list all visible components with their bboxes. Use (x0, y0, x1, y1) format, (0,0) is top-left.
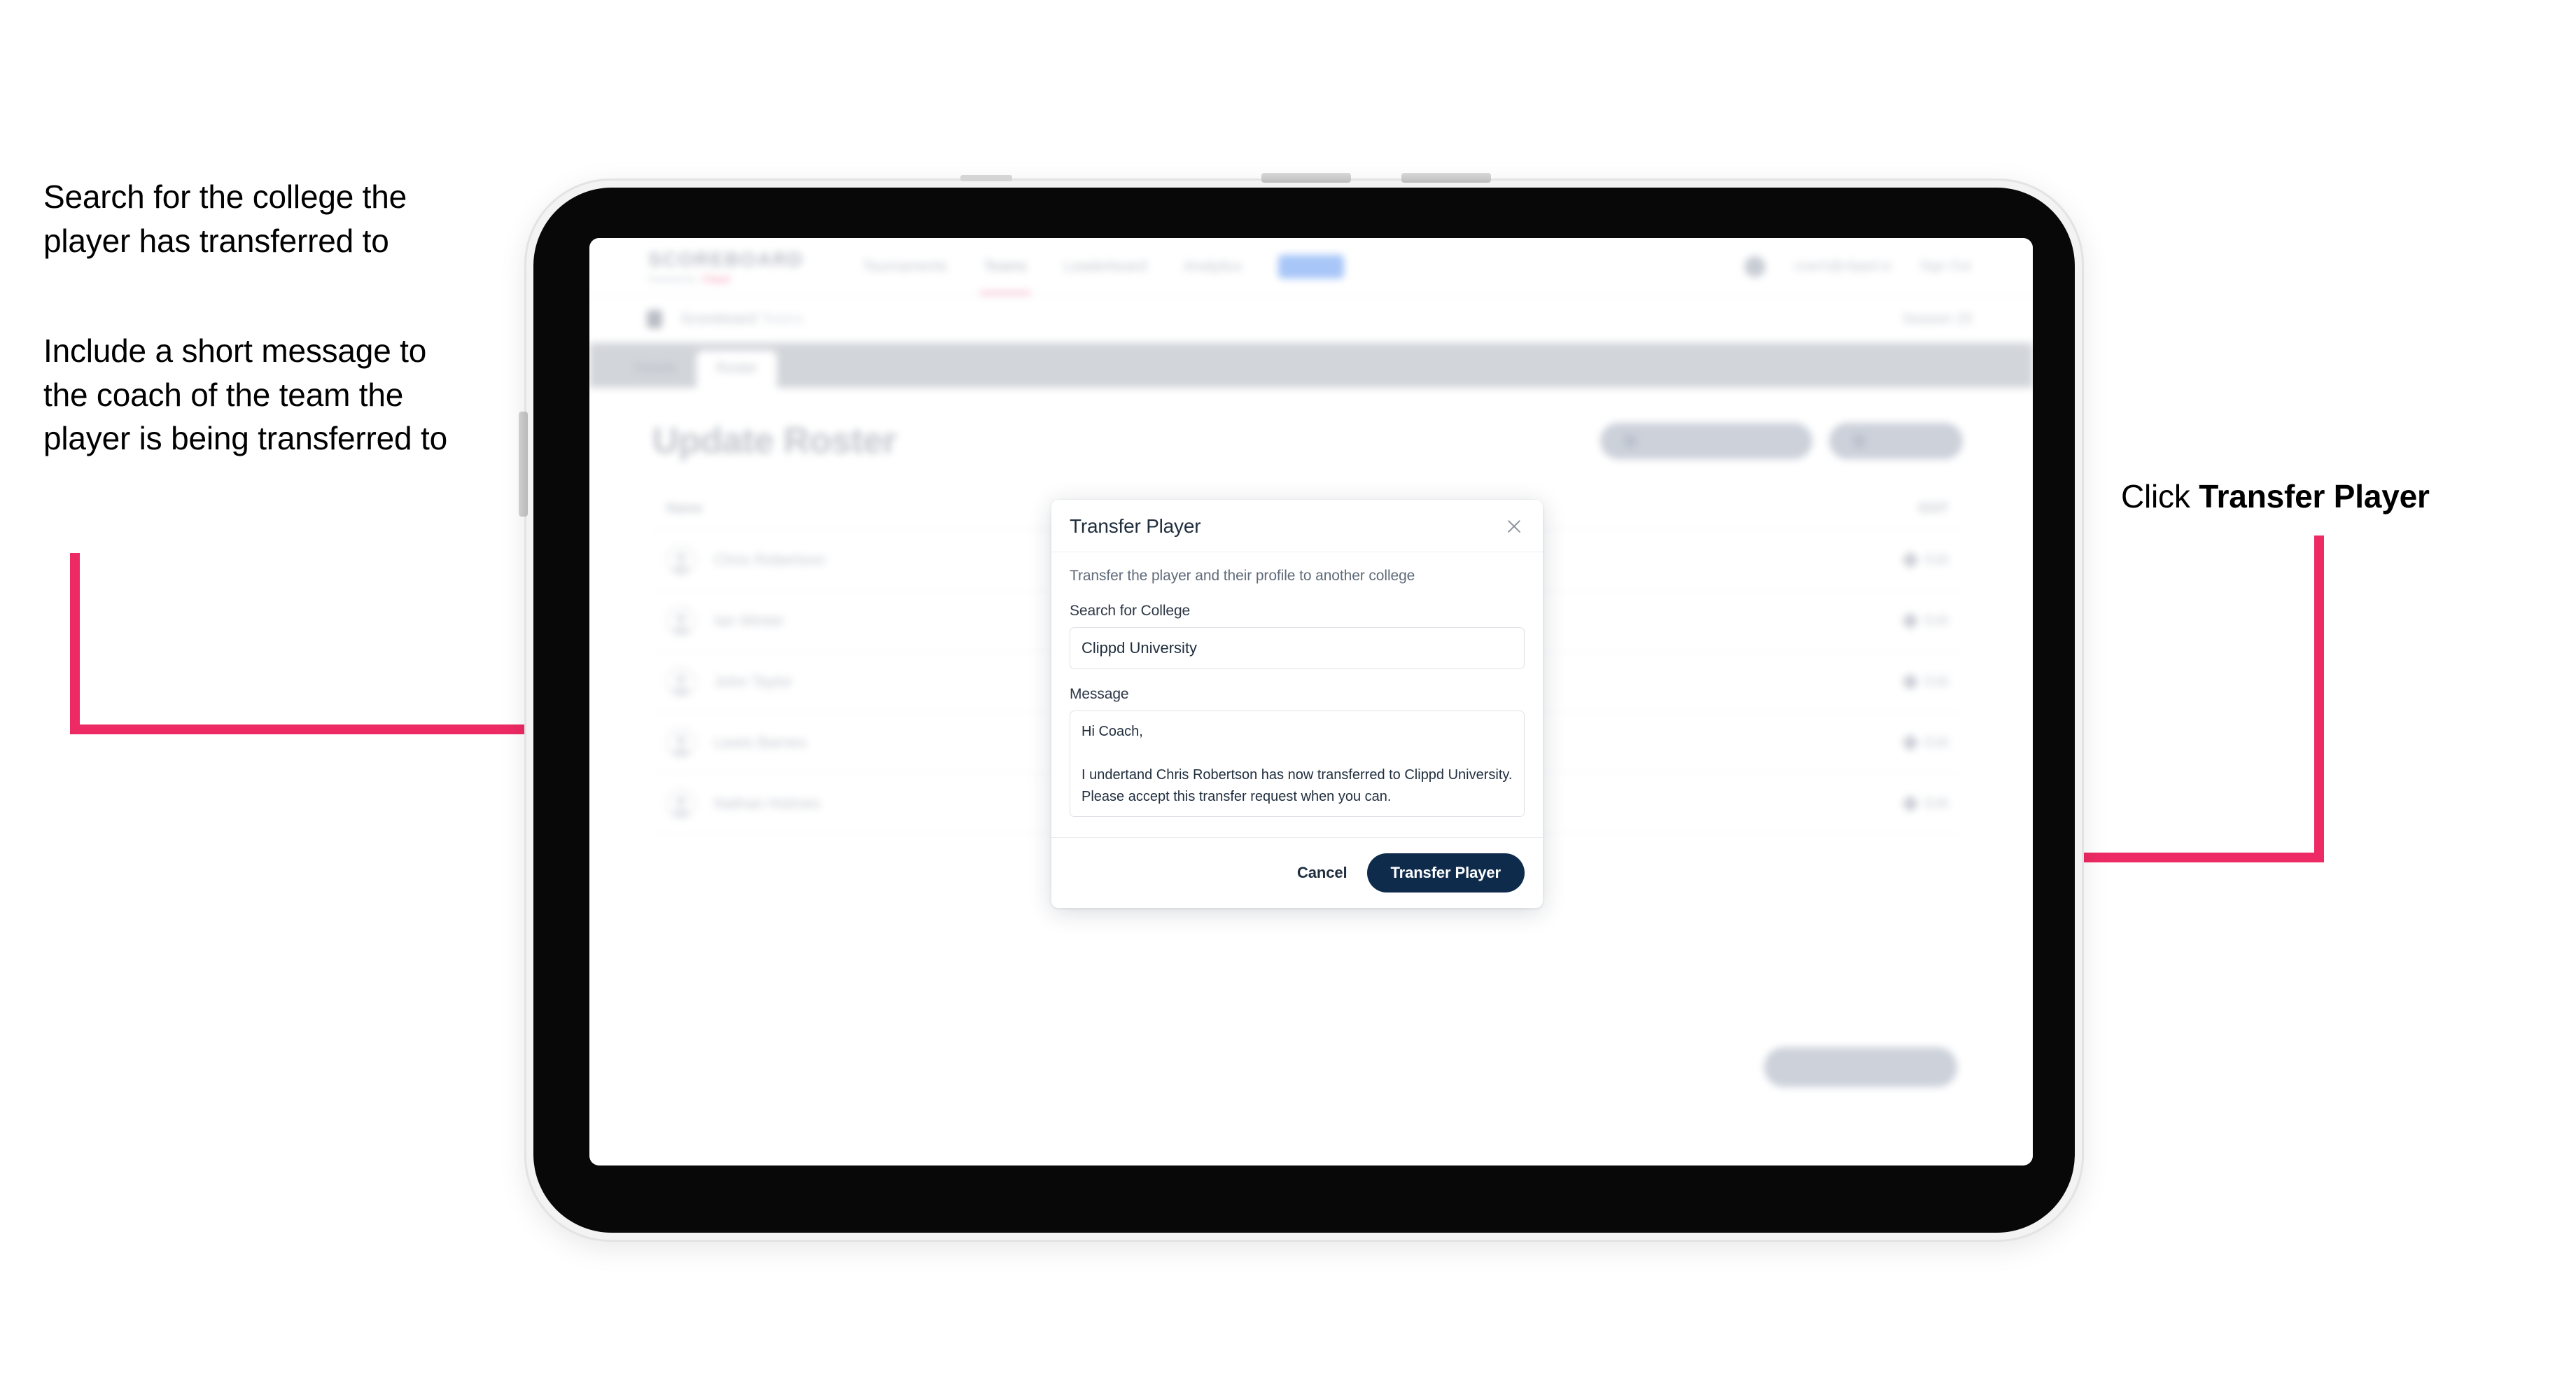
edit-label: Edit (1924, 612, 1949, 629)
device-top-notch (960, 175, 1012, 181)
player-name: Ian Winter (714, 612, 785, 629)
pencil-icon (1900, 612, 1919, 630)
tab-roster[interactable]: Roster (696, 351, 778, 388)
edit-label: Edit (1924, 673, 1949, 690)
plus-icon (1853, 435, 1866, 447)
breadcrumb-text[interactable]: Scoreboard Teams (680, 311, 804, 328)
tab-details[interactable]: Details (615, 351, 696, 388)
message-textarea[interactable]: Hi Coach, I undertand Chris Robertson ha… (1070, 710, 1525, 817)
brand-powered-by: Powered by Clippd (648, 274, 788, 284)
modal-header: Transfer Player (1051, 500, 1543, 552)
device-volume-down-button[interactable] (1401, 173, 1491, 183)
annotation-include-message: Include a short message to the coach of … (43, 332, 447, 457)
nav-item-tournaments[interactable]: Tournaments (862, 238, 947, 295)
transfer-player-button[interactable]: Transfer Player (1366, 853, 1525, 892)
avatar[interactable] (1744, 255, 1766, 277)
page-header: Update Roster Request Player Transfer Ad… (589, 388, 2033, 462)
edit-label: Edit (1924, 552, 1949, 568)
brand-name: SCOREBOARD (648, 248, 804, 270)
device-power-button[interactable] (519, 412, 528, 517)
transfer-icon (1624, 435, 1637, 447)
breadcrumb-primary: Scoreboard (680, 310, 757, 327)
sign-out-button[interactable]: Sign Out (1919, 259, 1971, 274)
avatar (666, 667, 696, 696)
message-field-group: Message Hi Coach, I undertand Chris Robe… (1070, 686, 1525, 820)
annotation-click-transfer-player: Click Transfer Player (2121, 477, 2555, 515)
request-player-transfer-button[interactable]: Request Player Transfer (1600, 423, 1813, 459)
college-field-label: Search for College (1070, 603, 1191, 619)
annotation-click-bold: Transfer Player (2199, 478, 2430, 514)
page-action-buttons: Request Player Transfer Add Player (1600, 423, 1963, 459)
pencil-icon (1900, 673, 1919, 691)
column-header-name: Name (666, 501, 703, 516)
edit-link[interactable]: Edit (1900, 734, 1949, 752)
column-header-edit: EDIT (1918, 501, 1949, 516)
edit-link[interactable]: Edit (1900, 673, 1949, 691)
college-field-group: Search for College (1070, 603, 1525, 669)
breadcrumb-secondary: Teams (760, 310, 804, 327)
edit-label: Edit (1924, 795, 1949, 811)
breadcrumb-icon (647, 309, 662, 328)
brand-powered-prefix: Powered by (648, 274, 696, 284)
modal-footer: Cancel Transfer Player (1051, 837, 1543, 908)
close-icon[interactable] (1504, 516, 1525, 537)
avatar (666, 606, 696, 636)
nav-item-analytics[interactable]: Analytics (1183, 238, 1242, 295)
brand-logo[interactable]: SCOREBOARD Powered by Clippd (648, 248, 804, 284)
pencil-icon (1900, 794, 1919, 813)
device-volume-up-button[interactable] (1261, 173, 1351, 183)
app-top-nav: SCOREBOARD Powered by Clippd Tournaments… (589, 238, 2033, 295)
breadcrumb: Scoreboard Teams Season 25 (589, 295, 2033, 343)
modal-description: Transfer the player and their profile to… (1070, 568, 1415, 584)
add-player-label: Add Player (1874, 433, 1939, 448)
pencil-icon (1900, 734, 1919, 752)
player-name: Chris Robertson (714, 551, 825, 568)
transfer-player-modal: Transfer Player Transfer the player and … (1051, 500, 1543, 908)
breadcrumb-season[interactable]: Season 25 (1903, 311, 1973, 328)
edit-link[interactable]: Edit (1900, 551, 1949, 569)
nav-item-teams[interactable]: Teams (979, 238, 1032, 295)
add-player-button[interactable]: Add Player (1829, 423, 1963, 459)
nav-item-leaderboard[interactable]: Leaderboard (1063, 238, 1147, 295)
player-name: John Taylor (714, 673, 793, 690)
modal-body: Transfer the player and their profile to… (1051, 552, 1543, 837)
search-college-input[interactable] (1070, 627, 1525, 669)
nav-items: Tournaments Teams Leaderboard Analytics … (862, 238, 1345, 295)
cancel-button[interactable]: Cancel (1297, 864, 1348, 882)
save-roster-changes-button[interactable]: Save Roster Changes (1764, 1047, 1957, 1087)
annotation-click-prefix: Click (2121, 478, 2199, 514)
user-email: coach@clippd.io (1793, 258, 1892, 274)
nav-user-area: coach@clippd.io Sign Out (1744, 255, 1971, 277)
screenshot-root: Search for the college the player has tr… (0, 0, 2576, 1386)
player-name: Nathan Holmes (714, 794, 820, 812)
player-name: Lewis Barnes (714, 734, 807, 751)
avatar (666, 728, 696, 757)
nav-item-admin[interactable]: Admin (1278, 238, 1345, 295)
edit-link[interactable]: Edit (1900, 612, 1949, 630)
tab-bar: Details Roster (589, 343, 2033, 388)
nav-admin-badge: Admin (1278, 254, 1345, 279)
avatar (666, 545, 696, 575)
pencil-icon (1900, 551, 1919, 569)
message-field-label: Message (1070, 686, 1129, 702)
annotation-search-college: Search for the college the player has tr… (43, 178, 407, 259)
edit-link[interactable]: Edit (1900, 794, 1949, 813)
modal-title: Transfer Player (1070, 515, 1201, 537)
brand-powered-clippd: Clippd (701, 274, 731, 284)
page-title: Update Roster (652, 421, 897, 461)
avatar (666, 789, 696, 818)
edit-label: Edit (1924, 734, 1949, 750)
request-player-transfer-label: Request Player Transfer (1645, 433, 1789, 448)
